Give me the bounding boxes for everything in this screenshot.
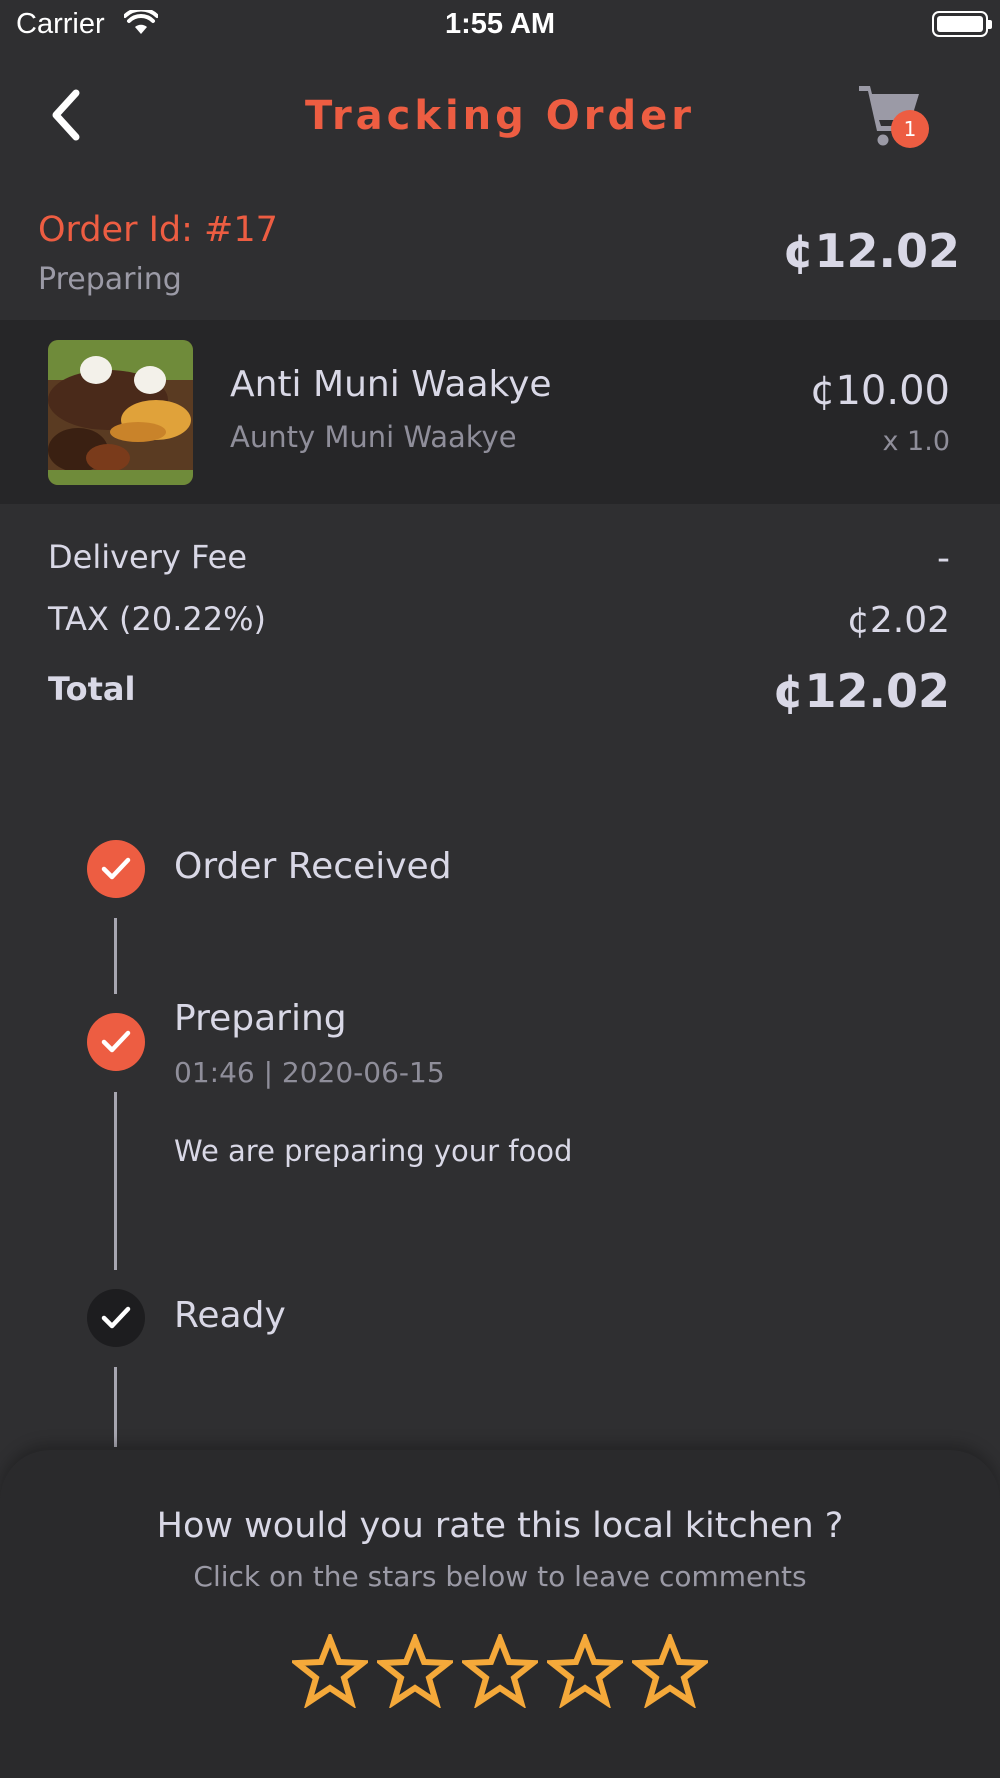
order-item[interactable]: Anti Muni Waakye Aunty Muni Waakye ¢10.0…	[0, 320, 1000, 504]
step-title: Order Received	[174, 846, 452, 887]
delivery-fee-value: -	[937, 538, 950, 579]
star-outline-icon	[543, 1630, 627, 1710]
header: Tracking Order 1	[0, 60, 1000, 170]
food-image	[48, 340, 193, 485]
total-label: Total	[48, 670, 136, 708]
cart-button[interactable]: 1	[855, 80, 935, 150]
item-quantity: x 1.0	[882, 426, 951, 457]
step-description: We are preparing your food	[174, 1134, 573, 1168]
star-outline-icon	[373, 1630, 457, 1710]
star-2-button[interactable]	[373, 1630, 457, 1710]
item-name: Anti Muni Waakye	[230, 364, 552, 405]
total-row: Total ¢12.02	[48, 664, 950, 720]
rating-title: How would you rate this local kitchen ?	[156, 1506, 844, 1546]
step-time: 01:46 | 2020-06-15	[174, 1056, 445, 1089]
total-value: ¢12.02	[772, 664, 950, 718]
star-3-button[interactable]	[458, 1630, 542, 1710]
star-4-button[interactable]	[543, 1630, 627, 1710]
step-ready-check	[87, 1289, 145, 1347]
star-outline-icon	[288, 1630, 372, 1710]
star-rating[interactable]	[288, 1630, 712, 1714]
check-icon	[101, 1030, 131, 1053]
item-price: ¢10.00	[810, 368, 950, 414]
order-total: ¢12.02	[782, 224, 960, 278]
delivery-fee-row: Delivery Fee -	[48, 538, 950, 588]
timeline-connector	[114, 1367, 117, 1447]
check-icon	[101, 857, 131, 880]
tax-label: TAX (20.22%)	[48, 600, 267, 638]
status-time: 1:55 AM	[444, 8, 556, 40]
star-5-button[interactable]	[628, 1630, 712, 1710]
star-1-button[interactable]	[288, 1630, 372, 1710]
rating-panel: How would you rate this local kitchen ? …	[0, 1450, 1000, 1778]
page-title: Tracking Order	[305, 93, 695, 139]
timeline-connector	[114, 918, 117, 994]
delivery-fee-label: Delivery Fee	[48, 538, 248, 576]
order-status: Preparing	[38, 262, 182, 297]
tax-value: ¢2.02	[846, 600, 950, 641]
step-received-check	[87, 840, 145, 898]
step-preparing-check	[87, 1013, 145, 1071]
star-outline-icon	[628, 1630, 712, 1710]
rating-subtitle: Click on the stars below to leave commen…	[193, 1560, 807, 1593]
star-outline-icon	[458, 1630, 542, 1710]
order-id: Order Id: #17	[38, 210, 278, 250]
item-vendor: Aunty Muni Waakye	[230, 420, 517, 454]
timeline-connector	[114, 1092, 117, 1270]
step-title: Preparing	[174, 998, 347, 1039]
check-icon	[101, 1306, 131, 1329]
tax-row: TAX (20.22%) ¢2.02	[48, 600, 950, 650]
status-bar: Carrier 1:55 AM	[0, 0, 1000, 50]
cart-count-badge: 1	[891, 110, 929, 148]
step-title: Ready	[174, 1295, 286, 1336]
battery-icon	[932, 11, 992, 37]
